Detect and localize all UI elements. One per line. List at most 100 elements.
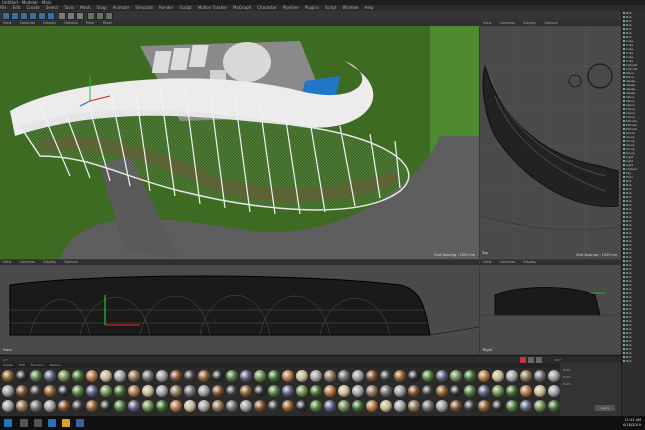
menu-item-script[interactable]: Script xyxy=(325,5,337,10)
material-swatch[interactable] xyxy=(142,370,154,382)
material-swatch[interactable] xyxy=(128,385,140,397)
object-list-item[interactable]: Null xyxy=(622,359,645,363)
material-swatch[interactable] xyxy=(296,385,308,397)
coord-x[interactable]: 0 cm xyxy=(563,368,570,372)
edit-menu[interactable]: Edit xyxy=(19,363,25,367)
material-swatch[interactable] xyxy=(492,400,504,412)
material-swatch[interactable] xyxy=(464,400,476,412)
menu-item-mograph[interactable]: MoGraph xyxy=(233,5,251,10)
material-swatch[interactable] xyxy=(198,370,210,382)
material-swatch[interactable] xyxy=(240,385,252,397)
material-swatch[interactable] xyxy=(394,400,406,412)
material-swatch[interactable] xyxy=(394,370,406,382)
redo-icon[interactable] xyxy=(11,12,19,20)
material-swatch[interactable] xyxy=(240,400,252,412)
material-swatch[interactable] xyxy=(352,370,364,382)
file-explorer-icon[interactable] xyxy=(62,419,70,427)
menu-item-pipeline[interactable]: Pipeline xyxy=(283,5,299,10)
material-swatch[interactable] xyxy=(380,370,392,382)
system-clock[interactable]: 11:42 AM 6/18/2019 xyxy=(623,418,641,428)
search-icon[interactable] xyxy=(20,419,28,427)
material-swatch[interactable] xyxy=(198,385,210,397)
options-menu[interactable]: Options xyxy=(64,21,78,25)
material-swatch[interactable] xyxy=(100,370,112,382)
material-swatch[interactable] xyxy=(520,370,532,382)
material-swatch[interactable] xyxy=(506,400,518,412)
material-swatch[interactable] xyxy=(436,385,448,397)
filter-menu[interactable]: Filter xyxy=(86,21,95,25)
material-swatch[interactable] xyxy=(464,370,476,382)
material-swatch[interactable] xyxy=(240,370,252,382)
material-swatch[interactable] xyxy=(282,370,294,382)
material-swatch[interactable] xyxy=(86,400,98,412)
material-swatch[interactable] xyxy=(114,370,126,382)
material-swatch[interactable] xyxy=(212,370,224,382)
material-swatch[interactable] xyxy=(548,385,560,397)
cameras-menu[interactable]: Cameras xyxy=(19,21,35,25)
material-swatch[interactable] xyxy=(310,400,322,412)
material-swatch[interactable] xyxy=(450,370,462,382)
material-swatch[interactable] xyxy=(534,370,546,382)
material-swatch[interactable] xyxy=(16,385,28,397)
material-swatch[interactable] xyxy=(128,370,140,382)
scale-icon[interactable] xyxy=(38,12,46,20)
material-swatch[interactable] xyxy=(366,370,378,382)
material-swatch[interactable] xyxy=(282,385,294,397)
menu-item-simulate[interactable]: Simulate xyxy=(135,5,153,10)
material-swatch[interactable] xyxy=(226,385,238,397)
material-swatch[interactable] xyxy=(44,400,56,412)
material-swatch[interactable] xyxy=(72,400,84,412)
axis-x-icon[interactable] xyxy=(58,12,66,20)
display-menu[interactable]: Display xyxy=(43,21,56,25)
axis-z-icon[interactable] xyxy=(76,12,84,20)
material-swatch[interactable] xyxy=(212,400,224,412)
material-swatch[interactable] xyxy=(212,385,224,397)
material-swatch[interactable] xyxy=(100,400,112,412)
menu-item-window[interactable]: Window xyxy=(343,5,359,10)
right-viewport[interactable]: View Cameras Display Right xyxy=(480,260,621,354)
material-swatch[interactable] xyxy=(310,385,322,397)
view-menu[interactable]: View xyxy=(3,260,11,264)
material-swatch[interactable] xyxy=(478,385,490,397)
material-swatch[interactable] xyxy=(170,385,182,397)
material-swatch[interactable] xyxy=(184,370,196,382)
perspective-viewport[interactable]: View Cameras Display Options Filter Pane… xyxy=(0,21,479,259)
menu-item-create[interactable]: Create xyxy=(26,5,39,10)
material-swatch[interactable] xyxy=(408,400,420,412)
material-swatch[interactable] xyxy=(30,370,42,382)
panel-menu[interactable]: Panel xyxy=(103,21,112,25)
display-menu[interactable]: Display xyxy=(523,21,536,25)
material-swatch[interactable] xyxy=(408,385,420,397)
material-swatch[interactable] xyxy=(450,385,462,397)
material-swatch[interactable] xyxy=(520,385,532,397)
material-swatch[interactable] xyxy=(352,400,364,412)
material-swatch[interactable] xyxy=(16,400,28,412)
material-swatch[interactable] xyxy=(268,385,280,397)
material-swatch[interactable] xyxy=(114,400,126,412)
material-swatch[interactable] xyxy=(184,385,196,397)
material-swatch[interactable] xyxy=(58,385,70,397)
material-swatch[interactable] xyxy=(142,385,154,397)
options-menu[interactable]: Options xyxy=(64,260,78,264)
menu-item-edit[interactable]: Edit xyxy=(13,5,21,10)
menu-item-select[interactable]: Select xyxy=(46,5,58,10)
material-swatch[interactable] xyxy=(268,370,280,382)
render-icon[interactable] xyxy=(87,12,95,20)
windows-start-icon[interactable] xyxy=(4,419,12,427)
cameras-menu[interactable]: Cameras xyxy=(499,260,515,264)
material-swatch[interactable] xyxy=(2,385,14,397)
material-swatch[interactable] xyxy=(506,385,518,397)
display-menu[interactable]: Display xyxy=(523,260,536,264)
material-swatch[interactable] xyxy=(2,400,14,412)
material-swatch[interactable] xyxy=(142,400,154,412)
menu-item-mesh[interactable]: Mesh xyxy=(80,5,91,10)
material-swatch[interactable] xyxy=(44,370,56,382)
material-swatch[interactable] xyxy=(100,385,112,397)
material-swatch[interactable] xyxy=(366,400,378,412)
material-swatch[interactable] xyxy=(338,385,350,397)
menu-item-render[interactable]: Render xyxy=(159,5,173,10)
material-swatch[interactable] xyxy=(366,385,378,397)
cube-icon[interactable] xyxy=(105,12,113,20)
render-settings-icon[interactable] xyxy=(96,12,104,20)
material-swatch[interactable] xyxy=(268,400,280,412)
